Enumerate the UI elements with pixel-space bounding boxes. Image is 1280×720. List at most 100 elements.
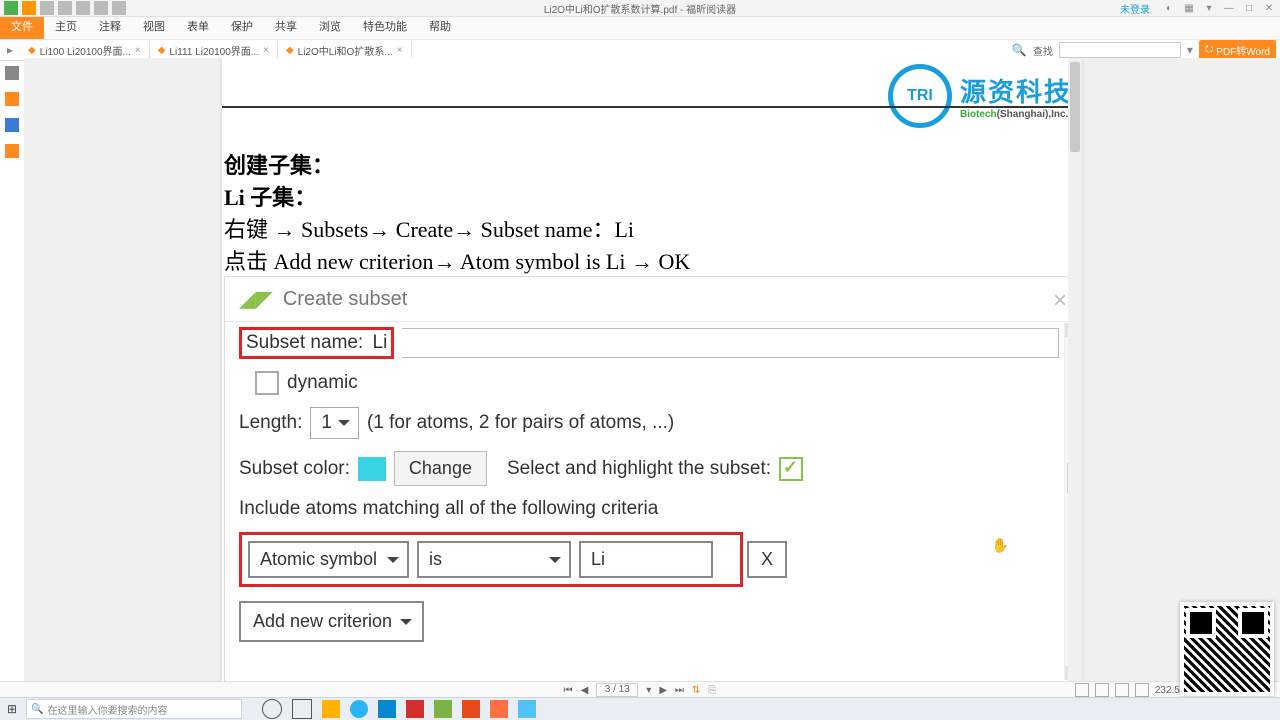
hand-cursor-icon: ✋: [992, 537, 1009, 554]
side-pages-icon[interactable]: [5, 92, 19, 106]
login-link[interactable]: 未登录: [1120, 1, 1150, 16]
page-scroll-thumb[interactable]: [1070, 62, 1080, 152]
doc-tab-label: Li111 Li20100界面...: [169, 43, 259, 58]
status-bar: ⏮ ◀ 3 / 13 ▾ ▶ ⏭ ⇅ ⎘ 232.53% − +: [0, 681, 1280, 698]
change-color-button[interactable]: Change: [394, 451, 487, 486]
app-logo-icon: ◢◤: [239, 286, 273, 312]
line-1: 创建子集：: [224, 150, 690, 182]
page-input[interactable]: 3 / 13: [596, 683, 638, 697]
line-2: Li 子集：: [224, 182, 690, 214]
nav-extra2-icon[interactable]: ⎘: [708, 685, 716, 696]
pdf-icon: ◆: [158, 45, 166, 56]
view-single-icon[interactable]: [1075, 683, 1089, 697]
cortana-icon[interactable]: [262, 699, 282, 719]
tab-close-icon[interactable]: ×: [397, 45, 403, 56]
doc-tab-0[interactable]: ◆Li100 Li20100界面...×: [20, 41, 150, 60]
length-select[interactable]: 1: [310, 407, 359, 439]
taskview-icon[interactable]: [292, 699, 312, 719]
next-page-icon[interactable]: ▶: [659, 685, 667, 696]
find-dropdown-icon[interactable]: ▾: [1187, 43, 1193, 57]
view-cont-icon[interactable]: [1095, 683, 1109, 697]
length-hint: (1 for atoms, 2 for pairs of atoms, ...): [367, 412, 674, 434]
page-nav: ⏮ ◀ 3 / 13 ▾ ▶ ⏭ ⇅ ⎘: [564, 683, 717, 697]
close-icon[interactable]: ✕: [1262, 1, 1276, 15]
start-button[interactable]: ⊞: [0, 698, 24, 720]
length-row: Length: 1 (1 for atoms, 2 for pairs of a…: [239, 407, 1059, 439]
taskbar-search[interactable]: 🔍 在这里输入你要搜索的内容: [26, 699, 242, 719]
convert-icon: ⭮: [1205, 42, 1213, 59]
first-page-icon[interactable]: ⏮: [564, 685, 573, 696]
side-layers-icon[interactable]: [5, 118, 19, 132]
tab-close-icon[interactable]: ×: [135, 45, 141, 56]
tabs-dropdown-icon[interactable]: ▸: [0, 43, 20, 57]
subset-name-value: Li: [369, 332, 388, 353]
skin-icon[interactable]: ◐: [1162, 1, 1176, 15]
qat-save-icon[interactable]: [40, 1, 54, 15]
page-dropdown-icon[interactable]: ▾: [646, 685, 651, 696]
qat-open-icon[interactable]: [22, 1, 36, 15]
qat-more-icon[interactable]: [112, 1, 126, 15]
color-label: Subset color:: [239, 458, 350, 480]
logo-mark-icon: TRI: [888, 64, 952, 128]
pdf-icon: ◆: [286, 45, 294, 56]
qat-icon[interactable]: [4, 1, 18, 15]
pdf-page: TRI 源资科技 Biotech(Shanghai),Inc. 创建子集： Li…: [222, 58, 1082, 682]
browser-icon[interactable]: [350, 700, 368, 718]
app-titlebar: Li2O中Li和O扩散系数计算.pdf - 福昕阅读器 未登录 ◐ ▦ ▾ — …: [0, 0, 1280, 17]
criterion-value-input[interactable]: Li: [579, 541, 713, 578]
criterion-op-select[interactable]: is: [417, 541, 571, 578]
color-row: Subset color: Change Select and highligh…: [239, 451, 1059, 486]
embedded-close-icon[interactable]: ×: [1053, 287, 1067, 315]
ppt-icon[interactable]: [462, 700, 480, 718]
taskbar-apps: [262, 699, 536, 719]
doc-tab-2[interactable]: ◆ Li2O中Li和O扩散系... ×: [278, 41, 412, 60]
subset-name-label: Subset name:: [246, 332, 363, 353]
doc-tab-1[interactable]: ◆Li111 Li20100界面... ×: [150, 41, 278, 60]
app3-icon[interactable]: [518, 700, 536, 718]
search-icon[interactable]: 🔍: [1012, 43, 1027, 57]
maximize-icon[interactable]: □: [1242, 1, 1256, 15]
criterion-remove-button[interactable]: X: [747, 541, 787, 578]
more-icon[interactable]: ▾: [1202, 1, 1216, 15]
highlight-checkbox[interactable]: [779, 457, 803, 481]
view-facing-icon[interactable]: [1115, 683, 1129, 697]
qat-redo-icon[interactable]: [94, 1, 108, 15]
qat-undo-icon[interactable]: [76, 1, 90, 15]
view-contfacing-icon[interactable]: [1135, 683, 1149, 697]
embedded-title: Create subset: [283, 288, 408, 311]
ribbon-mode-icon[interactable]: ▦: [1182, 1, 1196, 15]
include-label-row: Include atoms matching all of the follow…: [239, 498, 1059, 520]
tab-close-icon[interactable]: ×: [263, 45, 269, 56]
subset-name-input[interactable]: [402, 328, 1059, 358]
document-body: 创建子集： Li 子集： 右键 → Subsets→ Create→ Subse…: [224, 150, 690, 278]
dynamic-checkbox[interactable]: [255, 371, 279, 395]
qat-print-icon[interactable]: [58, 1, 72, 15]
create-subset-form: Subset name: Li dynamic Length: 1 (1 for…: [239, 327, 1059, 642]
find-input[interactable]: [1059, 42, 1181, 58]
logo-en-text: Biotech(Shanghai),Inc.: [960, 109, 1072, 120]
edge-icon[interactable]: [378, 700, 396, 718]
criterion-field-select[interactable]: Atomic symbol: [248, 541, 409, 578]
quick-access-icons: [0, 1, 126, 15]
foxit-icon[interactable]: [406, 700, 424, 718]
windows-taskbar: ⊞ 🔍 在这里输入你要搜索的内容: [0, 697, 1280, 720]
page-scrollbar[interactable]: [1068, 58, 1082, 682]
side-bookmarks-icon[interactable]: [5, 66, 19, 80]
minimize-icon[interactable]: —: [1222, 1, 1236, 15]
add-criterion-button[interactable]: Add new criterion: [239, 601, 424, 642]
document-viewport[interactable]: TRI 源资科技 Biotech(Shanghai),Inc. 创建子集： Li…: [24, 58, 1280, 682]
explorer-icon[interactable]: [322, 700, 340, 718]
app2-icon[interactable]: [490, 700, 508, 718]
qr-code: [1180, 602, 1274, 696]
last-page-icon[interactable]: ⏭: [675, 685, 684, 696]
pdf-icon: ◆: [28, 45, 36, 56]
prev-page-icon[interactable]: ◀: [581, 685, 589, 696]
doc-tab-label: Li2O中Li和O扩散系...: [298, 43, 393, 58]
nav-extra-icon[interactable]: ⇅: [692, 685, 700, 696]
dynamic-label: dynamic: [287, 372, 358, 394]
criterion-row: Atomic symbol is Li X: [239, 532, 1059, 587]
app-icon[interactable]: [434, 700, 452, 718]
side-attach-icon[interactable]: [5, 144, 19, 158]
select-highlight-label: Select and highlight the subset:: [507, 458, 771, 480]
find-label: 查找: [1033, 43, 1053, 58]
